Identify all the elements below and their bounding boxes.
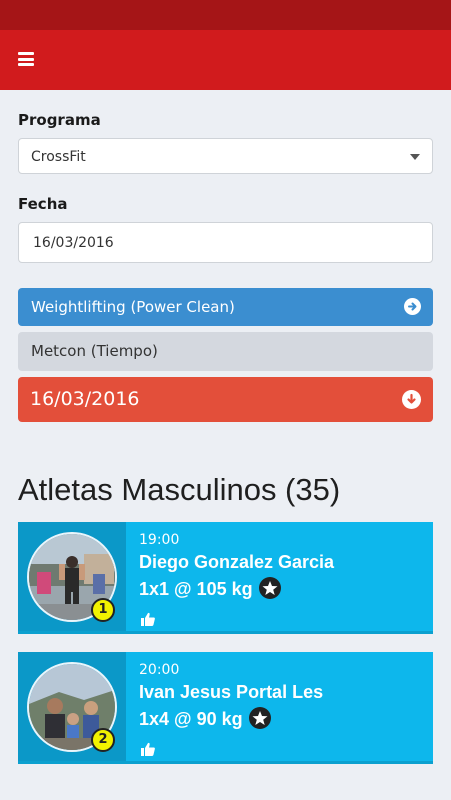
weightlifting-label: Weightlifting (Power Clean) — [31, 298, 235, 316]
program-label: Programa — [18, 111, 101, 129]
date-header-button[interactable]: 16/03/2016 — [18, 377, 433, 422]
star-icon[interactable] — [248, 707, 271, 730]
athlete-name: Ivan Jesus Portal Les — [139, 682, 324, 702]
status-bar — [0, 0, 451, 30]
athletes-title: Atletas Masculinos (35) — [18, 472, 341, 507]
athlete-result-row: 1x4 @ 90 kg — [139, 707, 271, 731]
star-icon[interactable] — [258, 577, 281, 600]
athlete-card[interactable]: 2 20:00 Ivan Jesus Portal Les 1x4 @ 90 k… — [18, 652, 433, 764]
athlete-photo-panel: 2 — [18, 652, 126, 761]
thumbs-up-icon[interactable] — [140, 741, 156, 757]
athlete-time: 19:00 — [139, 532, 180, 548]
athlete-result-row: 1x1 @ 105 kg — [139, 577, 281, 601]
metcon-label: Metcon (Tiempo) — [31, 342, 158, 360]
rank-badge: 1 — [91, 598, 115, 622]
date-input[interactable]: 16/03/2016 — [18, 222, 433, 263]
hamburger-menu-icon[interactable] — [18, 52, 34, 66]
athlete-name: Diego Gonzalez Garcia — [139, 552, 335, 572]
athlete-result: 1x4 @ 90 kg — [139, 709, 243, 729]
app-bar — [0, 30, 451, 90]
arrow-down-circle-icon — [402, 390, 421, 409]
athlete-time: 20:00 — [139, 662, 180, 678]
athlete-card[interactable]: 1 19:00 Diego Gonzalez Garcia 1x1 @ 105 … — [18, 522, 433, 634]
weightlifting-button[interactable]: Weightlifting (Power Clean) — [18, 288, 433, 326]
athlete-result: 1x1 @ 105 kg — [139, 579, 253, 599]
rank-badge: 2 — [91, 728, 115, 752]
program-select[interactable]: CrossFit — [18, 138, 433, 174]
arrow-right-circle-icon — [404, 298, 421, 315]
date-header-label: 16/03/2016 — [30, 388, 140, 410]
metcon-button[interactable]: Metcon (Tiempo) — [18, 332, 433, 371]
date-label: Fecha — [18, 195, 68, 213]
athlete-photo-panel: 1 — [18, 522, 126, 631]
thumbs-up-icon[interactable] — [140, 611, 156, 627]
caret-down-icon — [410, 154, 420, 160]
program-select-value: CrossFit — [31, 149, 86, 165]
